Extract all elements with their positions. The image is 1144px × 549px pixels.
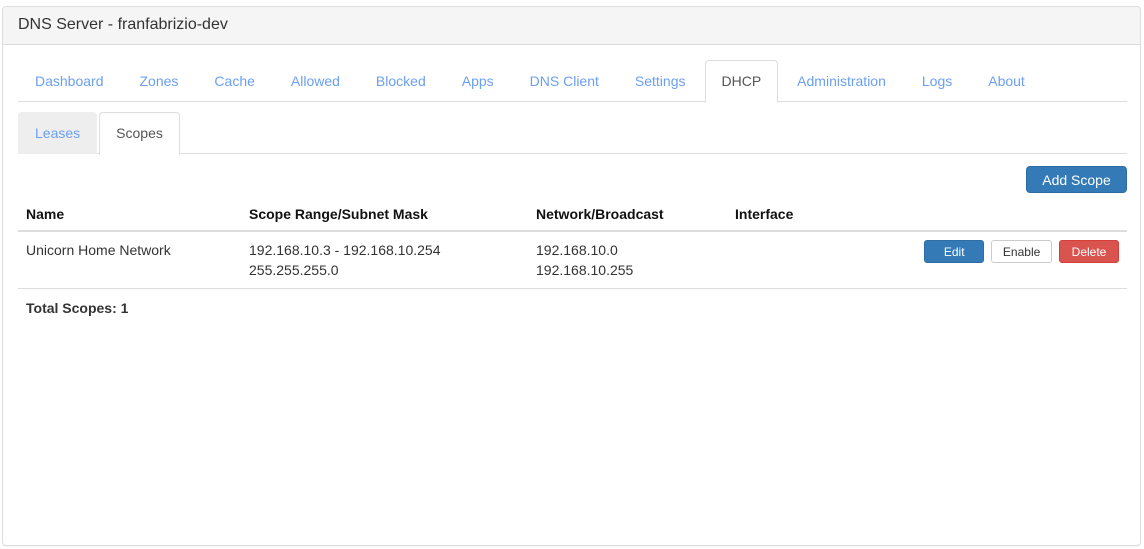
scope-range: 192.168.10.3 - 192.168.10.254 [249, 242, 441, 258]
page-title: DNS Server - franfabrizio-dev [18, 16, 228, 33]
dhcp-sub-tabs: Leases Scopes [18, 112, 1127, 155]
column-header-actions [907, 197, 1127, 232]
enable-button[interactable]: Enable [991, 240, 1053, 263]
tab-allowed[interactable]: Allowed [274, 60, 357, 102]
main-tabs: Dashboard Zones Cache Allowed Blocked Ap… [18, 60, 1127, 103]
broadcast-address: 192.168.10.255 [536, 262, 634, 278]
subnet-mask: 255.255.255.0 [249, 262, 339, 278]
tab-apps[interactable]: Apps [445, 60, 511, 102]
column-header-network-broadcast: Network/Broadcast [528, 197, 727, 232]
panel-heading: DNS Server - franfabrizio-dev [3, 7, 1140, 45]
tab-dns-client[interactable]: DNS Client [513, 60, 616, 102]
scope-name: Unicorn Home Network [18, 231, 241, 289]
tab-administration[interactable]: Administration [780, 60, 903, 102]
scopes-table: Name Scope Range/Subnet Mask Network/Bro… [18, 197, 1127, 327]
tab-cache[interactable]: Cache [197, 60, 271, 102]
scope-range-cell: 192.168.10.3 - 192.168.10.254 255.255.25… [241, 231, 528, 289]
column-header-interface: Interface [727, 197, 907, 232]
tab-leases[interactable]: Leases [18, 112, 98, 154]
tab-blocked[interactable]: Blocked [359, 60, 443, 102]
tab-scopes[interactable]: Scopes [99, 112, 180, 155]
tab-settings[interactable]: Settings [618, 60, 703, 102]
tab-about[interactable]: About [971, 60, 1042, 102]
add-scope-button[interactable]: Add Scope [1026, 166, 1127, 193]
network-address: 192.168.10.0 [536, 242, 618, 258]
dns-server-panel: DNS Server - franfabrizio-dev Dashboard … [2, 6, 1141, 546]
network-broadcast-cell: 192.168.10.0 192.168.10.255 [528, 231, 727, 289]
tab-dhcp[interactable]: DHCP [704, 60, 779, 103]
total-scopes: Total Scopes: 1 [26, 300, 129, 316]
tab-zones[interactable]: Zones [123, 60, 196, 102]
actions-cell: Edit Enable Delete [907, 231, 1127, 289]
delete-button[interactable]: Delete [1059, 240, 1119, 263]
table-footer-row: Total Scopes: 1 [18, 289, 1127, 327]
column-header-scope-range: Scope Range/Subnet Mask [241, 197, 528, 232]
interface-cell [727, 231, 907, 289]
edit-button[interactable]: Edit [924, 240, 985, 263]
table-row: Unicorn Home Network 192.168.10.3 - 192.… [18, 231, 1127, 289]
tab-logs[interactable]: Logs [905, 60, 969, 102]
column-header-name: Name [18, 197, 241, 232]
table-header-row: Name Scope Range/Subnet Mask Network/Bro… [18, 197, 1127, 232]
tab-dashboard[interactable]: Dashboard [18, 60, 121, 102]
